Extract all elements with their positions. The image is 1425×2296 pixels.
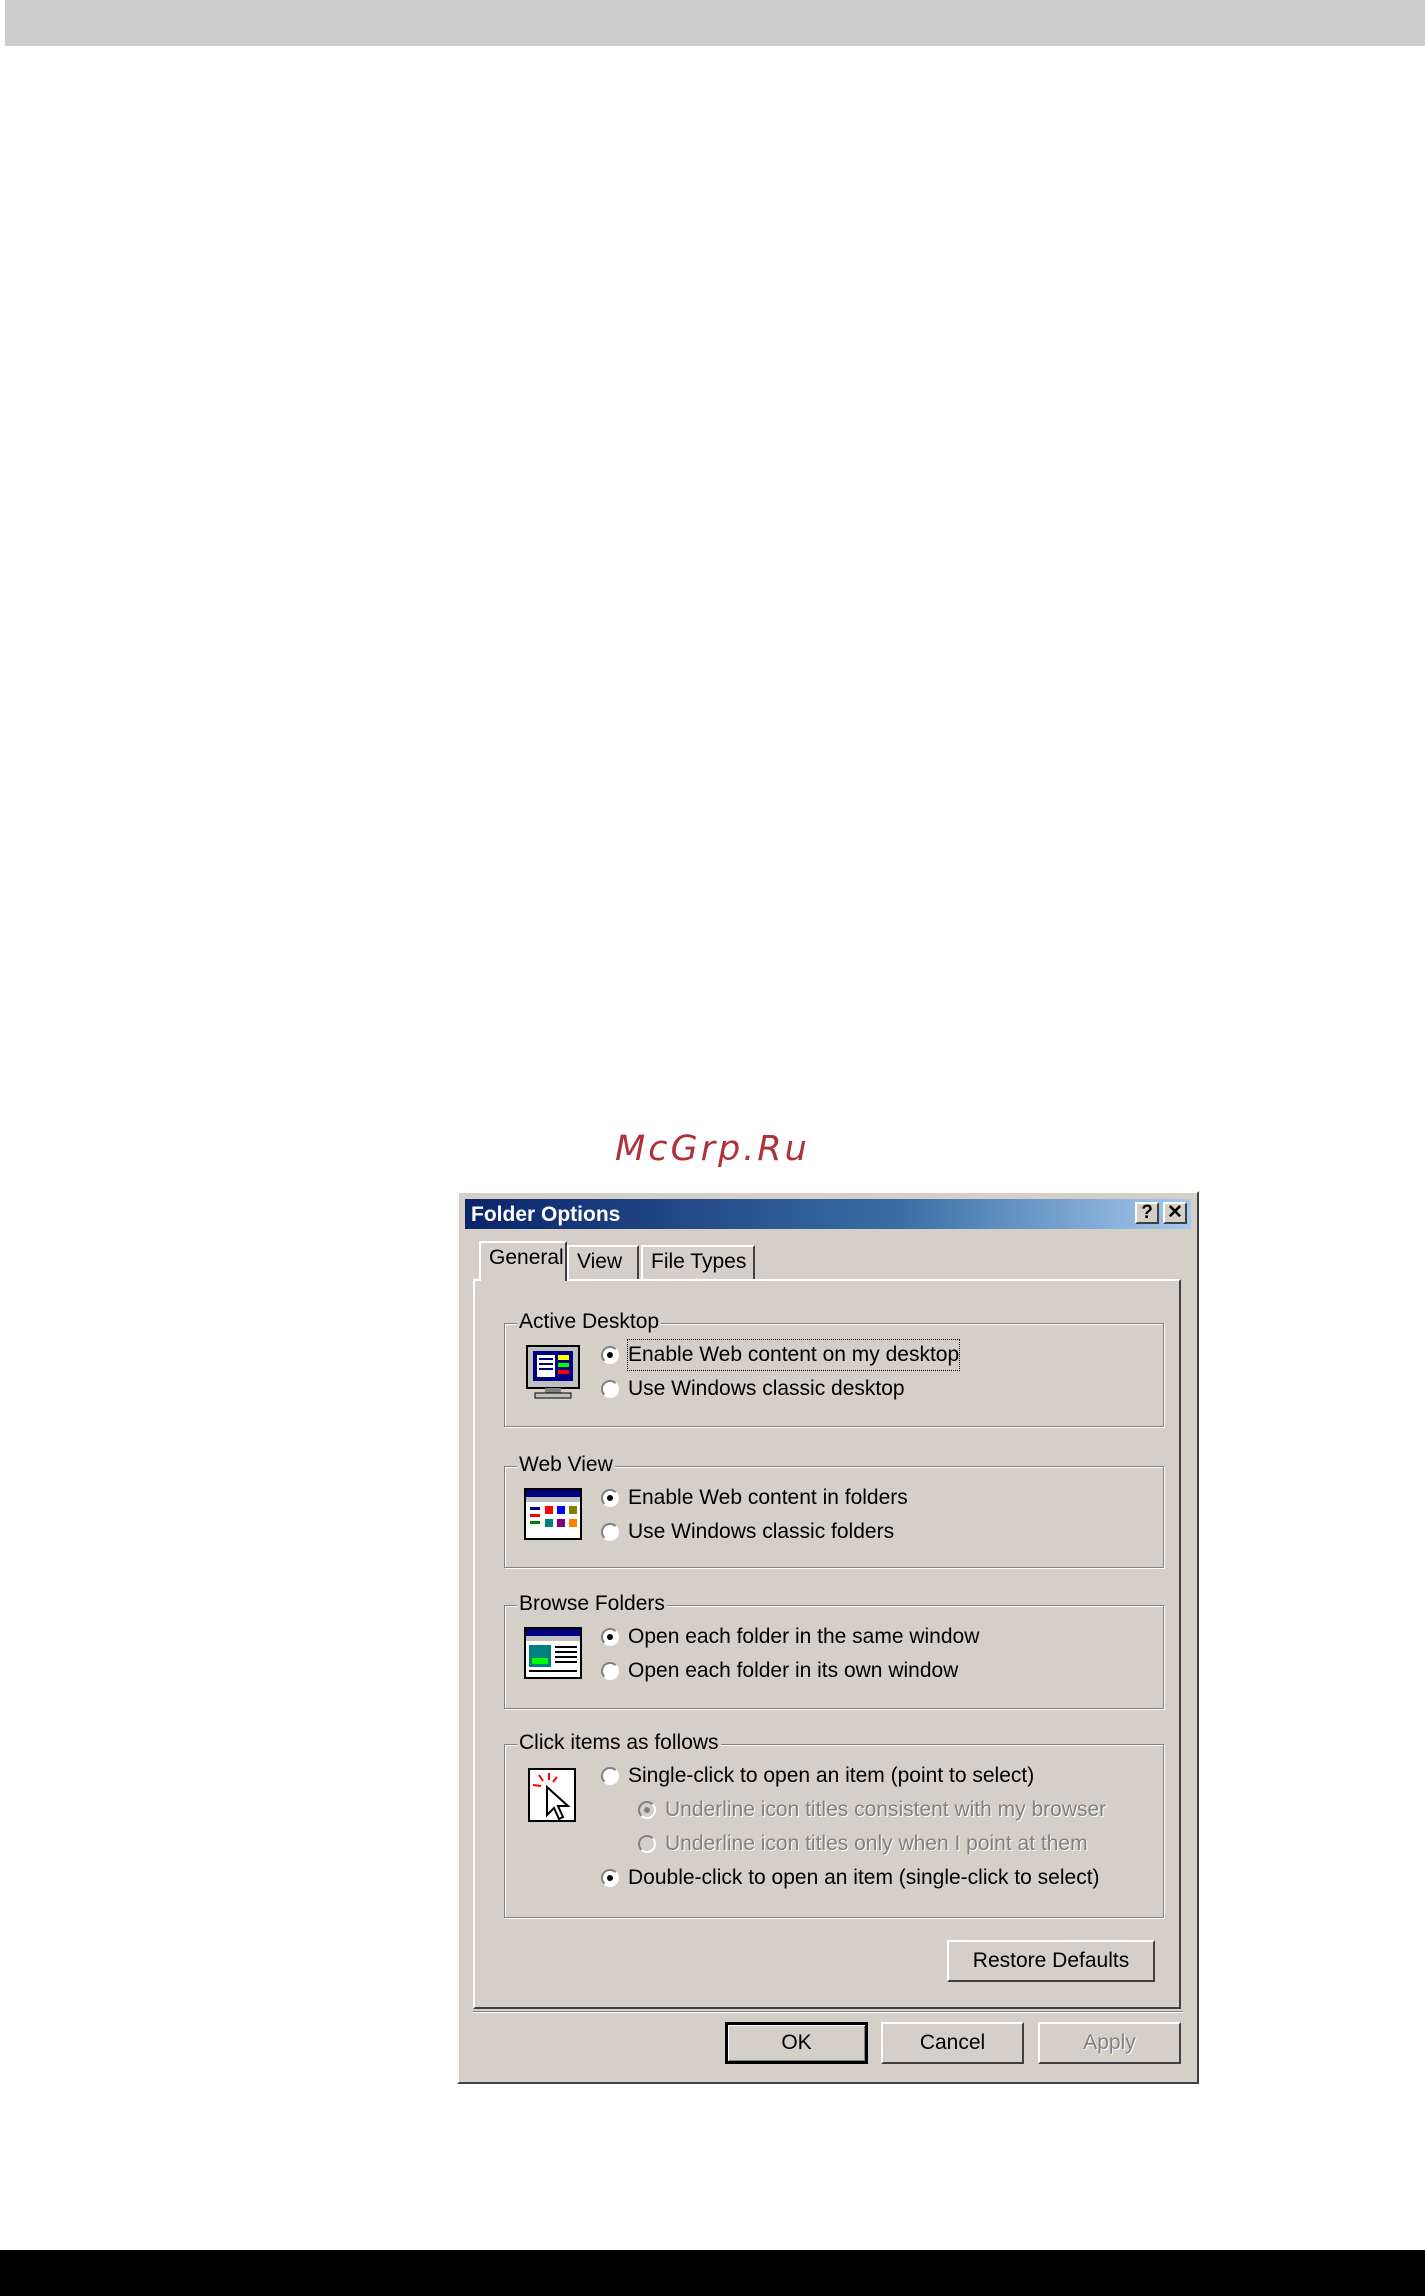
radio-button[interactable] (638, 1835, 656, 1853)
radio-button[interactable] (638, 1801, 656, 1819)
radio-button[interactable] (601, 1346, 619, 1364)
tab-file-types[interactable]: File Types (641, 1245, 755, 1279)
radio-button[interactable] (601, 1380, 619, 1398)
close-button[interactable]: ✕ (1163, 1202, 1187, 1224)
button-label: Apply (1083, 2031, 1136, 2054)
option-label: Use Windows classic desktop (628, 1377, 905, 1400)
option-label: Enable Web content on my desktop (626, 1339, 961, 1371)
help-button[interactable]: ? (1135, 1202, 1159, 1224)
radio-button[interactable] (601, 1869, 619, 1887)
active-desktop-group: Active Desktop Enable Web content on my … (504, 1309, 1164, 1427)
folder-options-dialog: Folder Options ? ✕ General View File Typ… (457, 1191, 1199, 2084)
group-title: Click items as follows (517, 1730, 721, 1756)
option-label: Double-click to open an item (single-cli… (628, 1866, 1100, 1889)
radio-button[interactable] (601, 1662, 619, 1680)
button-label: OK (781, 2031, 812, 2054)
button-label: Cancel (919, 2031, 986, 2054)
bottom-footer-bar (0, 2250, 1425, 2296)
option-label: Use Windows classic folders (628, 1520, 895, 1543)
cancel-button[interactable]: Cancel (881, 2022, 1024, 2064)
option-label: Underline icon titles only when I point … (665, 1832, 1088, 1855)
click-pointer-icon (528, 1768, 576, 1822)
click-items-group: Click items as follows Single-click to o… (504, 1730, 1164, 1918)
radio-button[interactable] (601, 1489, 619, 1507)
divider (473, 2011, 1183, 2013)
option-label: Underline icon titles consistent with my… (665, 1798, 1107, 1821)
option-label: Enable Web content in folders (628, 1486, 908, 1509)
tab-view[interactable]: View (567, 1245, 639, 1279)
radio-button[interactable] (601, 1523, 619, 1541)
option-label: Open each folder in the same window (628, 1625, 980, 1648)
group-title: Browse Folders (517, 1591, 667, 1617)
watermark: McGrp.Ru (615, 1129, 810, 1169)
radio-button[interactable] (601, 1767, 619, 1785)
ok-button[interactable]: OK (725, 2022, 868, 2064)
button-label: Restore Defaults (972, 1949, 1130, 1972)
option-label: Single-click to open an item (point to s… (628, 1764, 1035, 1787)
tab-general[interactable]: General (479, 1241, 567, 1281)
radio-button[interactable] (601, 1628, 619, 1646)
top-header-bar (5, 0, 1425, 46)
group-title: Active Desktop (517, 1309, 662, 1335)
apply-button[interactable]: Apply (1038, 2022, 1181, 2064)
title-bar[interactable]: Folder Options ? ✕ (465, 1199, 1191, 1229)
restore-defaults-button[interactable]: Restore Defaults (947, 1940, 1155, 1982)
web-view-icon (524, 1488, 582, 1540)
active-desktop-icon (526, 1345, 580, 1399)
browse-folders-group: Browse Folders Open each folder in the s… (504, 1591, 1164, 1709)
web-view-group: Web View Enable Web content in folders U… (504, 1452, 1164, 1568)
dialog-title: Folder Options (471, 1203, 621, 1226)
option-label: Open each folder in its own window (628, 1659, 959, 1682)
group-title: Web View (517, 1452, 615, 1478)
browse-folders-icon (524, 1627, 582, 1679)
